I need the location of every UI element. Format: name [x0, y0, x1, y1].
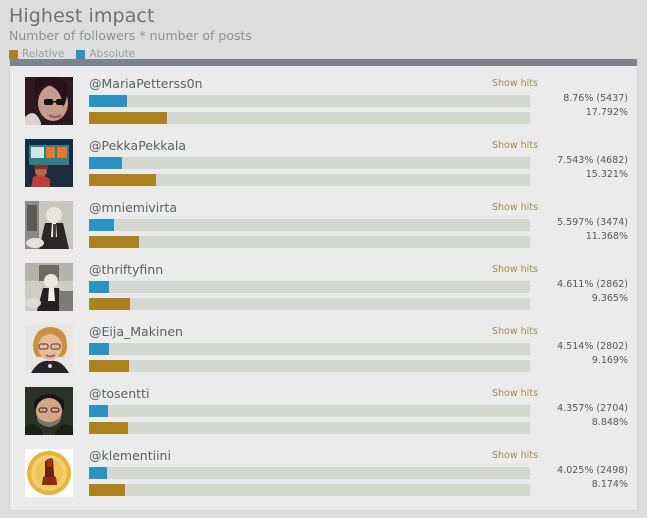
- value-group: 8.76% (5437) 17.792%: [478, 92, 628, 120]
- bar-group: [89, 219, 530, 253]
- absolute-value: 8.76% (5437): [563, 93, 628, 104]
- show-hits-link[interactable]: Show hits: [492, 264, 538, 276]
- show-hits-link[interactable]: Show hits: [492, 78, 538, 90]
- relative-value: 9.365%: [591, 293, 628, 304]
- table-row[interactable]: @thriftyfinn Show hits 4.611% (2862) 9.3…: [10, 259, 637, 321]
- username-label[interactable]: @tosentti: [89, 386, 149, 401]
- absolute-bar-track: [89, 157, 530, 169]
- absolute-bar-track: [89, 95, 530, 107]
- relative-value: 11.368%: [585, 231, 628, 242]
- relative-bar-track: [89, 298, 530, 310]
- show-hits-link[interactable]: Show hits: [492, 388, 538, 400]
- value-group: 4.514% (2802) 9.169%: [478, 340, 628, 368]
- relative-bar-fill: [89, 174, 156, 186]
- relative-bar-track: [89, 484, 530, 496]
- show-hits-link[interactable]: Show hits: [492, 450, 538, 462]
- relative-bar-track: [89, 236, 530, 248]
- legend-swatch-absolute: [76, 49, 86, 59]
- absolute-bar-fill: [89, 219, 114, 231]
- relative-bar-track: [89, 360, 530, 372]
- relative-bar-track: [89, 112, 530, 124]
- relative-bar-fill: [89, 236, 139, 248]
- table-row[interactable]: @MariaPetterss0n Show hits 8.76% (5437) …: [10, 73, 637, 135]
- username-label[interactable]: @PekkaPekkala: [89, 138, 186, 153]
- absolute-value: 4.025% (2498): [557, 465, 628, 476]
- absolute-bar-track: [89, 219, 530, 231]
- relative-bar-fill: [89, 360, 129, 372]
- table-row[interactable]: @mniemivirta Show hits 5.597% (3474) 11.…: [10, 197, 637, 259]
- table-row[interactable]: @Eija_Makinen Show hits 4.514% (2802) 9.…: [10, 321, 637, 383]
- absolute-value: 4.357% (2704): [557, 403, 628, 414]
- bar-group: [89, 95, 530, 129]
- username-label[interactable]: @thriftyfinn: [89, 262, 163, 277]
- relative-bar-fill: [89, 298, 130, 310]
- show-hits-link[interactable]: Show hits: [492, 140, 538, 152]
- bar-group: [89, 467, 530, 501]
- relative-bar-fill: [89, 422, 128, 434]
- page-title: Highest impact: [9, 5, 155, 27]
- absolute-value: 7.543% (4682): [557, 155, 628, 166]
- legend-item-relative: Relative: [9, 47, 65, 60]
- ranking-list: @MariaPetterss0n Show hits 8.76% (5437) …: [10, 66, 637, 507]
- avatar[interactable]: [25, 201, 73, 249]
- avatar[interactable]: [25, 387, 73, 435]
- avatar[interactable]: [25, 77, 73, 125]
- value-group: 4.611% (2862) 9.365%: [478, 278, 628, 306]
- value-group: 5.597% (3474) 11.368%: [478, 216, 628, 244]
- absolute-bar-fill: [89, 95, 127, 107]
- absolute-bar-track: [89, 281, 530, 293]
- absolute-bar-fill: [89, 405, 108, 417]
- relative-value: 15.321%: [585, 169, 628, 180]
- table-row[interactable]: @tosentti Show hits 4.357% (2704) 8.848%: [10, 383, 637, 445]
- report-header: Highest impact Number of followers * num…: [0, 0, 647, 61]
- legend-item-absolute: Absolute: [76, 47, 136, 60]
- absolute-bar-fill: [89, 157, 122, 169]
- relative-bar-track: [89, 422, 530, 434]
- bar-group: [89, 405, 530, 439]
- absolute-bar-fill: [89, 343, 109, 355]
- show-hits-link[interactable]: Show hits: [492, 202, 538, 214]
- bar-group: [89, 157, 530, 191]
- absolute-value: 4.611% (2862): [557, 279, 628, 290]
- bar-group: [89, 343, 530, 377]
- relative-value: 9.169%: [591, 355, 628, 366]
- username-label[interactable]: @mniemivirta: [89, 200, 177, 215]
- absolute-bar-fill: [89, 281, 109, 293]
- username-label[interactable]: @Eija_Makinen: [89, 324, 183, 339]
- absolute-bar-track: [89, 343, 530, 355]
- value-group: 4.025% (2498) 8.174%: [478, 464, 628, 492]
- relative-value: 8.848%: [591, 417, 628, 428]
- results-panel: @MariaPetterss0n Show hits 8.76% (5437) …: [9, 59, 638, 511]
- avatar[interactable]: [25, 449, 73, 497]
- relative-bar-fill: [89, 484, 125, 496]
- value-group: 7.543% (4682) 15.321%: [478, 154, 628, 182]
- table-row[interactable]: @klementiini Show hits 4.025% (2498) 8.1…: [10, 445, 637, 507]
- username-label[interactable]: @MariaPetterss0n: [89, 76, 203, 91]
- relative-value: 8.174%: [591, 479, 628, 490]
- avatar[interactable]: [25, 263, 73, 311]
- avatar[interactable]: [25, 325, 73, 373]
- absolute-bar-fill: [89, 467, 107, 479]
- show-hits-link[interactable]: Show hits: [492, 326, 538, 338]
- bar-group: [89, 281, 530, 315]
- absolute-value: 5.597% (3474): [557, 217, 628, 228]
- table-row[interactable]: @PekkaPekkala Show hits 7.543% (4682) 15…: [10, 135, 637, 197]
- absolute-bar-track: [89, 467, 530, 479]
- value-group: 4.357% (2704) 8.848%: [478, 402, 628, 430]
- panel-topbar: [10, 59, 637, 66]
- legend-label-absolute: Absolute: [89, 47, 136, 60]
- relative-value: 17.792%: [585, 107, 628, 118]
- username-label[interactable]: @klementiini: [89, 448, 171, 463]
- absolute-bar-track: [89, 405, 530, 417]
- relative-bar-track: [89, 174, 530, 186]
- absolute-value: 4.514% (2802): [557, 341, 628, 352]
- legend-swatch-relative: [9, 49, 18, 59]
- page-subtitle: Number of followers * number of posts: [9, 28, 252, 43]
- relative-bar-fill: [89, 112, 167, 124]
- legend-label-relative: Relative: [22, 47, 65, 60]
- avatar[interactable]: [25, 139, 73, 187]
